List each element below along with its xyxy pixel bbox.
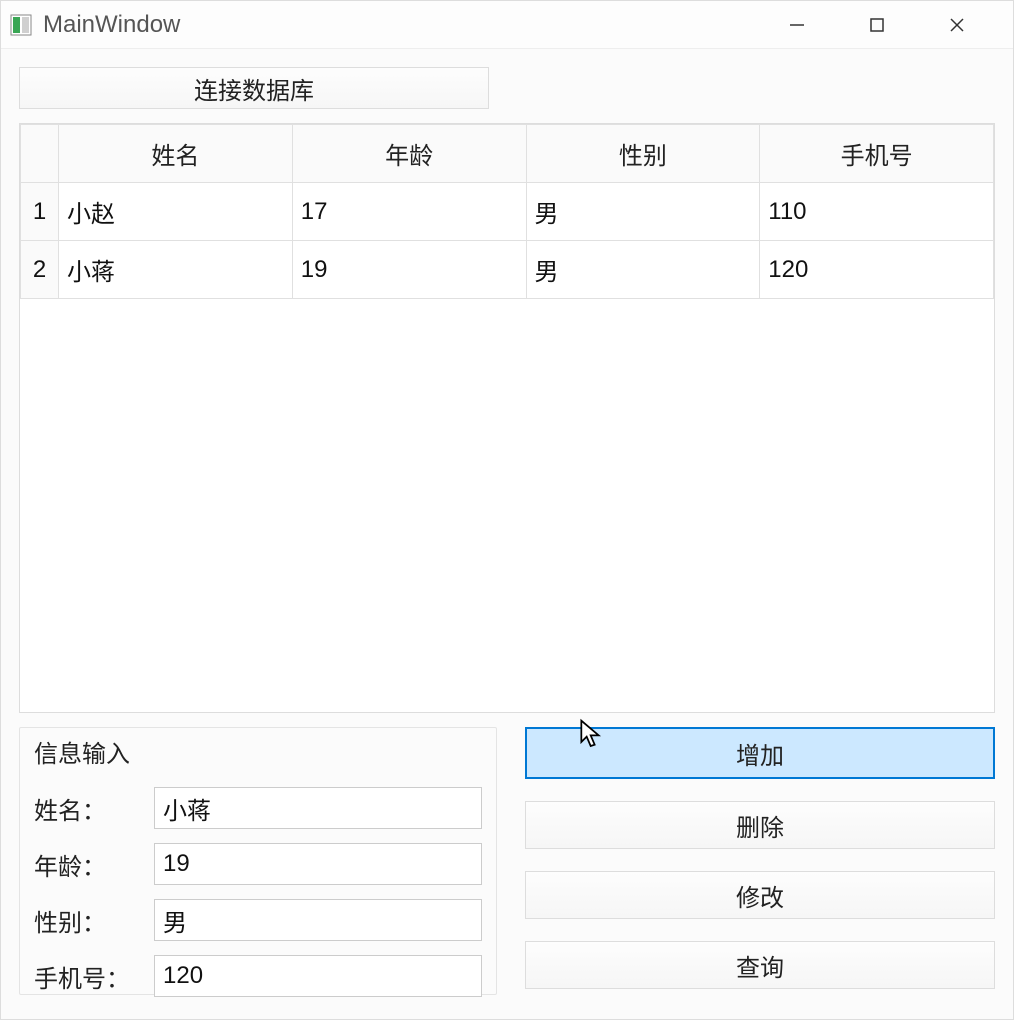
form-row: 年龄： <box>34 843 482 885</box>
input-form-group: 信息输入 姓名： 年龄： 性别： 手机号： <box>19 727 497 995</box>
table-cell[interactable]: 男 <box>526 241 760 299</box>
data-table-container: 姓名 年龄 性别 手机号 1小赵17男1102小蒋19男120 <box>19 123 995 713</box>
table-corner <box>21 125 59 183</box>
gender-input[interactable] <box>154 899 482 941</box>
connect-database-button[interactable]: 连接数据库 <box>19 67 489 109</box>
age-label: 年龄： <box>34 847 144 882</box>
data-table[interactable]: 姓名 年龄 性别 手机号 1小赵17男1102小蒋19男120 <box>20 124 994 299</box>
table-cell[interactable]: 17 <box>292 183 526 241</box>
table-header-phone[interactable]: 手机号 <box>760 125 994 183</box>
action-buttons: 增加 删除 修改 查询 <box>525 727 995 995</box>
table-row[interactable]: 2小蒋19男120 <box>21 241 994 299</box>
window-controls <box>773 5 1005 45</box>
app-icon <box>9 13 33 37</box>
form-group-title: 信息输入 <box>34 734 482 769</box>
table-row[interactable]: 1小赵17男110 <box>21 183 994 241</box>
name-input[interactable] <box>154 787 482 829</box>
name-label: 姓名： <box>34 791 144 826</box>
table-header-name[interactable]: 姓名 <box>59 125 293 183</box>
maximize-button[interactable] <box>853 5 901 45</box>
table-header-age[interactable]: 年龄 <box>292 125 526 183</box>
minimize-button[interactable] <box>773 5 821 45</box>
table-cell[interactable]: 19 <box>292 241 526 299</box>
form-row: 手机号： <box>34 955 482 997</box>
delete-button[interactable]: 删除 <box>525 801 995 849</box>
table-cell[interactable]: 110 <box>760 183 994 241</box>
titlebar: MainWindow <box>1 1 1013 49</box>
table-cell[interactable]: 小蒋 <box>59 241 293 299</box>
window-title: MainWindow <box>43 11 773 39</box>
row-index: 1 <box>21 183 59 241</box>
gender-label: 性别： <box>34 903 144 938</box>
query-button[interactable]: 查询 <box>525 941 995 989</box>
age-input[interactable] <box>154 843 482 885</box>
main-window: MainWindow 连接数据库 姓名 <box>0 0 1014 1020</box>
modify-button[interactable]: 修改 <box>525 871 995 919</box>
form-row: 性别： <box>34 899 482 941</box>
table-header-gender[interactable]: 性别 <box>526 125 760 183</box>
table-cell[interactable]: 小赵 <box>59 183 293 241</box>
content-area: 连接数据库 姓名 年龄 性别 手机号 1小赵17男1102小蒋19男120 信息… <box>1 49 1013 1019</box>
table-cell[interactable]: 男 <box>526 183 760 241</box>
add-button[interactable]: 增加 <box>525 727 995 779</box>
bottom-panel: 信息输入 姓名： 年龄： 性别： 手机号： 增加 删除 修改 查询 <box>19 727 995 995</box>
table-cell[interactable]: 120 <box>760 241 994 299</box>
row-index: 2 <box>21 241 59 299</box>
phone-label: 手机号： <box>34 959 144 994</box>
phone-input[interactable] <box>154 955 482 997</box>
form-row: 姓名： <box>34 787 482 829</box>
close-button[interactable] <box>933 5 981 45</box>
